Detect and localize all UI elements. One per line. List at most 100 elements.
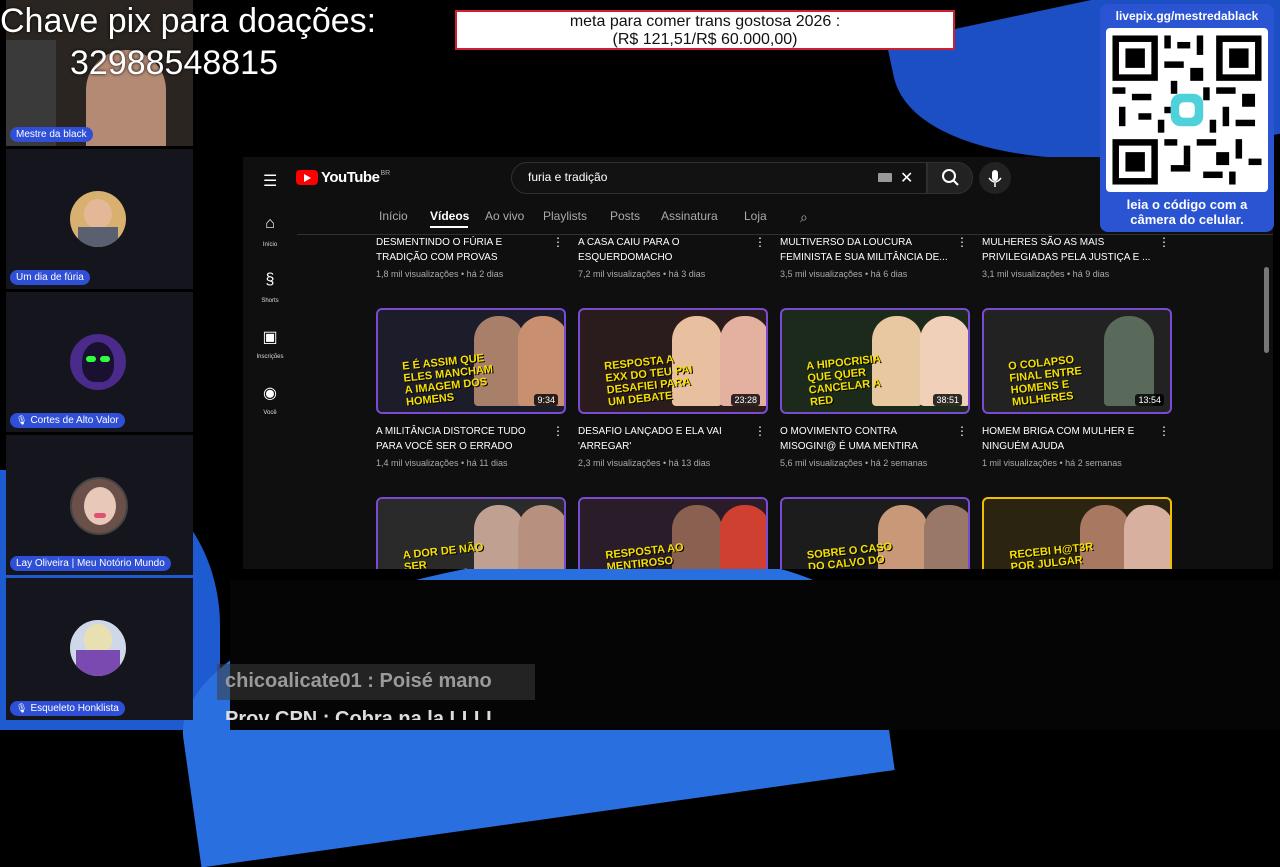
video-title[interactable]: A CASA CAIU PARA O ESQUERDOMACHO ⋮ xyxy=(578,235,768,265)
home-icon: ⌂ xyxy=(265,215,275,232)
video-card[interactable]: O COLAPSO FINAL ENTRE HOMENS E MULHERES … xyxy=(982,308,1172,468)
video-meta: 1,4 mil visualizações • há 11 dias xyxy=(376,458,508,468)
video-card[interactable]: DESMENTINDO O FÚRIA E TRADIÇÃO COM PROVA… xyxy=(376,235,566,279)
video-thumbnail[interactable]: A HIPOCRISIA QUE QUER CANCELAR A RED 38:… xyxy=(780,308,970,414)
video-card[interactable]: A HIPOCRISIA QUE QUER CANCELAR A RED 38:… xyxy=(780,308,970,468)
tab-ao-vivo[interactable]: Ao vivo xyxy=(485,209,524,223)
video-title[interactable]: HOMEM BRIGA COM MULHER E NINGUÉM AJUDA ⋮ xyxy=(982,424,1172,454)
more-icon[interactable]: ⋮ xyxy=(552,424,564,439)
participant-name: 🎙 Cortes de Alto Valor xyxy=(10,413,125,428)
subscriptions-icon: ▣ xyxy=(262,329,278,346)
search-input[interactable] xyxy=(526,169,870,185)
video-thumbnail[interactable]: RESPOSTA AO MENTIROSO xyxy=(578,497,768,569)
tab-playlists[interactable]: Playlists xyxy=(543,209,587,223)
active-tab-indicator xyxy=(430,226,468,228)
thumbnail-text: RECEBI H@T3R POR JULGAR xyxy=(1008,540,1094,569)
video-card[interactable]: A DOR DE NÃO SER ESCOLHIDA xyxy=(376,497,566,569)
video-thumbnail[interactable]: A DOR DE NÃO SER ESCOLHIDA xyxy=(376,497,566,569)
video-card[interactable]: A CASA CAIU PARA O ESQUERDOMACHO ⋮ 7,2 mi… xyxy=(578,235,768,279)
video-title[interactable]: MULTIVERSO DA LOUCURA FEMINISTA e sua MI… xyxy=(780,235,970,265)
search-button[interactable] xyxy=(927,162,973,194)
shorts-icon: § xyxy=(265,271,275,288)
participant-name: Um dia de fúria xyxy=(10,270,90,285)
more-icon[interactable]: ⋮ xyxy=(552,235,564,250)
thumbnail-text: O COLAPSO FINAL ENTRE HOMENS E MULHERES xyxy=(1007,353,1083,409)
avatar xyxy=(70,334,126,390)
participant-name: Mestre da black xyxy=(10,127,93,142)
video-card[interactable]: SOBRE O CASO DO CALVO DO CAMPARI xyxy=(780,497,970,569)
thumbnail-text: A HIPOCRISIA QUE QUER CANCELAR A RED xyxy=(805,353,882,409)
qr-code-pattern xyxy=(1112,35,1262,185)
thumbnail-person xyxy=(720,505,766,569)
donation-title: Chave pix para doações: xyxy=(0,2,377,40)
video-thumbnail[interactable]: SOBRE O CASO DO CALVO DO CAMPARI xyxy=(780,497,970,569)
video-title[interactable]: O movimento CONTRA MISOGIN!@ É UMA MENTI… xyxy=(780,424,970,454)
video-title[interactable]: DESMENTINDO O FÚRIA E TRADIÇÃO COM PROVA… xyxy=(376,235,566,265)
participant-tile[interactable]: Um dia de fúria xyxy=(6,149,193,289)
video-thumbnail[interactable]: RECEBI H@T3R POR JULGAR xyxy=(982,497,1172,569)
tab-videos[interactable]: Vídeos xyxy=(430,209,469,223)
video-duration: 9:34 xyxy=(534,394,558,406)
rail-item-you[interactable]: ◉ Você xyxy=(243,383,297,419)
donation-goal-box: meta para comer trans gostosa 2026 : (R$… xyxy=(455,10,955,50)
more-icon[interactable]: ⋮ xyxy=(1158,424,1170,439)
rail-item-subscriptions[interactable]: ▣ Inscrições xyxy=(243,327,297,363)
goal-line-2: (R$ 121,51/R$ 60.000,00) xyxy=(612,31,798,48)
scrollbar[interactable] xyxy=(1264,267,1269,353)
video-duration: 38:51 xyxy=(933,394,962,406)
voice-search-button[interactable] xyxy=(979,162,1011,194)
video-thumbnail[interactable]: E É ASSIM QUE ELES MANCHAM A IMAGEM DOS … xyxy=(376,308,566,414)
more-icon[interactable]: ⋮ xyxy=(1158,235,1170,250)
chat-message: chicoalicate01 : Poisé mano xyxy=(217,664,535,700)
participant-tile[interactable]: 🎙 Esqueleto Honklista xyxy=(6,578,193,720)
tab-inicio[interactable]: Início xyxy=(379,209,408,223)
thumbnail-person xyxy=(720,316,766,406)
more-icon[interactable]: ⋮ xyxy=(754,424,766,439)
participant-tile[interactable]: Lay Oliveira | Meu Notório Mundo xyxy=(6,435,193,575)
thumbnail-person xyxy=(518,316,564,406)
participant-name-text: Esqueleto Honklista xyxy=(30,703,119,714)
participant-tile[interactable]: 🎙 Cortes de Alto Valor xyxy=(6,292,193,432)
menu-icon[interactable]: ☰ xyxy=(263,171,277,191)
rail-item-home[interactable]: ⌂ Início xyxy=(243,215,297,251)
video-card[interactable]: E É ASSIM QUE ELES MANCHAM A IMAGEM DOS … xyxy=(376,308,566,468)
thumbnail-text: RESPOSTA A EXX DO TEU PAI DESAFIEI PARA … xyxy=(603,353,693,409)
thumbnail-text: A DOR DE NÃO SER ESCOLHIDA xyxy=(402,541,485,569)
qr-code-panel: livepix.gg/mestredablack leia o código c… xyxy=(1100,4,1274,232)
video-title[interactable]: MULHERES SÃO AS MAIS PRIVILEGIADAS PELA … xyxy=(982,235,1172,265)
thumbnail-person xyxy=(1124,505,1170,569)
video-card[interactable]: RESPOSTA A EXX DO TEU PAI DESAFIEI PARA … xyxy=(578,308,768,468)
tab-posts[interactable]: Posts xyxy=(610,209,640,223)
video-title[interactable]: A MILITÂNCIA DISTORCE TUDO PARA VOCÊ SER… xyxy=(376,424,566,454)
video-card[interactable]: MULTIVERSO DA LOUCURA FEMINISTA e sua MI… xyxy=(780,235,970,279)
microphone-icon: 🎙 xyxy=(16,415,28,425)
chat-message-text: Prov CPN : Cobra na la LLLL xyxy=(225,708,499,720)
clear-icon[interactable]: ✕ xyxy=(900,168,913,188)
video-card[interactable]: RECEBI H@T3R POR JULGAR xyxy=(982,497,1172,569)
keyboard-icon[interactable] xyxy=(878,173,892,182)
video-card[interactable]: MULHERES SÃO AS MAIS PRIVILEGIADAS PELA … xyxy=(982,235,1172,279)
video-card[interactable]: RESPOSTA AO MENTIROSO xyxy=(578,497,768,569)
search-box: ✕ xyxy=(511,162,927,194)
video-title[interactable]: DESAFIO LANÇADO e ELA VAI 'ARREGAR' ⋮ xyxy=(578,424,768,454)
more-icon[interactable]: ⋮ xyxy=(956,424,968,439)
video-thumbnail[interactable]: O COLAPSO FINAL ENTRE HOMENS E MULHERES … xyxy=(982,308,1172,414)
search-icon xyxy=(942,169,959,186)
thumbnail-text: SOBRE O CASO DO CALVO DO CAMPARI xyxy=(806,540,893,569)
thumbnail-text: E É ASSIM QUE ELES MANCHAM A IMAGEM DOS … xyxy=(401,352,494,409)
channel-search-icon[interactable]: ⌕ xyxy=(800,209,808,226)
video-meta: 3,5 mil visualizações • há 6 dias xyxy=(780,269,908,279)
rail-item-shorts[interactable]: § Shorts xyxy=(243,271,297,307)
more-icon[interactable]: ⋮ xyxy=(956,235,968,250)
video-meta: 5,6 mil visualizações • há 2 semanas xyxy=(780,458,928,468)
tab-loja[interactable]: Loja xyxy=(744,209,767,223)
video-thumbnail[interactable]: RESPOSTA A EXX DO TEU PAI DESAFIEI PARA … xyxy=(578,308,768,414)
participant-name: 🎙 Esqueleto Honklista xyxy=(10,701,125,716)
thumbnail-person xyxy=(1104,316,1154,406)
youtube-logo[interactable]: YouTube BR xyxy=(296,169,390,186)
more-icon[interactable]: ⋮ xyxy=(754,235,766,250)
qr-code-image xyxy=(1106,28,1268,192)
thumbnail-person xyxy=(924,505,968,569)
goal-line-1: meta para comer trans gostosa 2026 : xyxy=(569,13,841,30)
tab-assinatura[interactable]: Assinatura xyxy=(661,209,718,223)
